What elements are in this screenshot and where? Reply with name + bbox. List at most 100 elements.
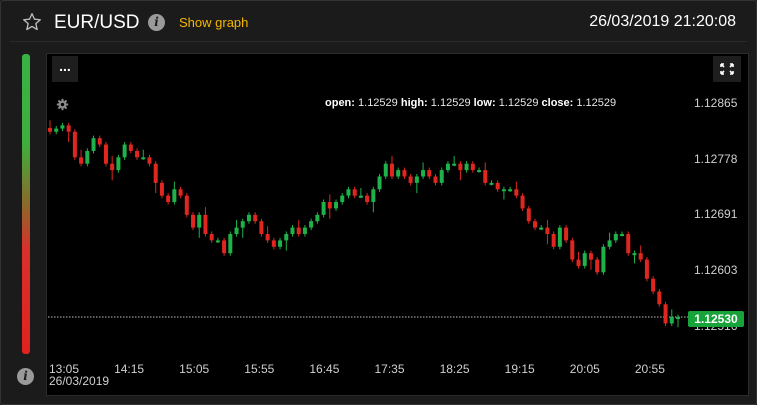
candle-body — [54, 128, 59, 132]
fullscreen-icon — [720, 63, 734, 75]
high-value: 1.12529 — [430, 97, 471, 109]
candle-body — [408, 176, 413, 183]
candle-body — [576, 259, 581, 266]
y-tick-label: 1.12603 — [694, 263, 738, 277]
close-value: 1.12529 — [576, 97, 617, 109]
candle-body — [135, 150, 140, 158]
candle-body — [489, 182, 494, 185]
candle-body — [439, 170, 444, 183]
candle-body — [676, 317, 680, 320]
x-tick-label: 20:05 — [570, 362, 600, 376]
candle-body — [141, 157, 146, 160]
candle-body — [60, 125, 65, 129]
candle-body — [526, 208, 531, 222]
candle-body — [669, 317, 674, 324]
candle-body — [278, 240, 283, 247]
candle-body — [632, 253, 637, 256]
candle-body — [197, 214, 202, 228]
candle-body — [309, 221, 314, 228]
ohlc-readout: open: 1.12529 high: 1.12529 low: 1.12529… — [325, 97, 616, 109]
candle-body — [315, 214, 320, 222]
candle-body — [85, 150, 90, 164]
candle-body — [327, 202, 332, 209]
candle-body — [452, 163, 457, 166]
candle-body — [66, 125, 71, 132]
candle-body — [377, 176, 382, 190]
candle-body — [477, 170, 482, 173]
candle-body — [663, 304, 668, 324]
candle-body — [302, 227, 307, 234]
candle-body — [321, 202, 326, 215]
candle-body — [334, 202, 339, 209]
chart-menu-button[interactable]: ... — [52, 56, 78, 82]
candle-body — [557, 227, 562, 247]
candle-body — [651, 278, 656, 292]
candle-body — [501, 189, 506, 192]
candle-body — [644, 259, 649, 279]
candle-body — [172, 189, 177, 203]
current-price-tag: 1.12530 — [688, 311, 744, 327]
candle-body — [234, 227, 239, 234]
candle-body — [228, 233, 233, 254]
y-tick-label: 1.12691 — [694, 207, 738, 221]
candle-body — [153, 163, 158, 183]
x-tick-label: 15:55 — [244, 362, 274, 376]
open-label: open: — [325, 97, 355, 109]
y-tick-label: 1.12778 — [694, 152, 738, 166]
candle-body — [265, 233, 270, 241]
close-label: close: — [541, 97, 574, 109]
candle-body — [458, 163, 463, 171]
candle-body — [284, 233, 289, 241]
candle-body — [508, 189, 513, 192]
candle-body — [620, 233, 625, 236]
candle-body — [371, 189, 376, 203]
candle-body — [539, 227, 544, 230]
candle-body — [389, 163, 394, 177]
candle-body — [296, 227, 301, 234]
x-tick-label: 19:15 — [505, 362, 535, 376]
x-tick-label: 20:55 — [635, 362, 665, 376]
candle-body — [483, 170, 488, 183]
candle-body — [128, 144, 133, 151]
candle-body — [433, 176, 438, 183]
fullscreen-button[interactable] — [713, 56, 741, 82]
candle-body — [613, 233, 618, 241]
candle-body — [570, 240, 575, 260]
candle-body — [246, 214, 251, 222]
candle-body — [240, 221, 245, 228]
candle-body — [166, 195, 171, 203]
candle-body — [79, 157, 84, 164]
candle-body — [626, 233, 631, 254]
candle-body — [402, 170, 407, 177]
candle-body — [340, 195, 345, 203]
x-tick-label: 14:15 — [114, 362, 144, 376]
candle-body — [520, 195, 525, 209]
candle-body — [110, 163, 115, 171]
low-label: low: — [473, 97, 496, 109]
candle-body — [464, 163, 469, 171]
chart-date-label: 26/03/2019 — [49, 374, 110, 388]
candle-body — [495, 182, 500, 190]
candle-body — [271, 240, 276, 247]
candle-body — [595, 259, 600, 273]
candle-body — [147, 157, 152, 164]
candle-body — [48, 127, 52, 132]
candle-body — [215, 240, 220, 243]
candle-body — [358, 195, 363, 198]
candle-body — [352, 189, 357, 196]
y-tick-label: 1.12865 — [694, 96, 738, 110]
candle-body — [470, 163, 475, 171]
candle-body — [607, 240, 612, 247]
candle-body — [203, 214, 208, 234]
candle-body — [122, 144, 127, 158]
gear-icon[interactable] — [56, 98, 69, 111]
candle-body — [184, 195, 189, 215]
candle-body — [191, 214, 196, 228]
candle-body — [290, 227, 295, 234]
x-tick-label: 17:35 — [374, 362, 404, 376]
candle-body — [545, 227, 550, 234]
x-tick-label: 18:25 — [440, 362, 470, 376]
candle-body — [116, 157, 121, 171]
open-value: 1.12529 — [358, 97, 398, 109]
candle-body — [91, 138, 96, 151]
